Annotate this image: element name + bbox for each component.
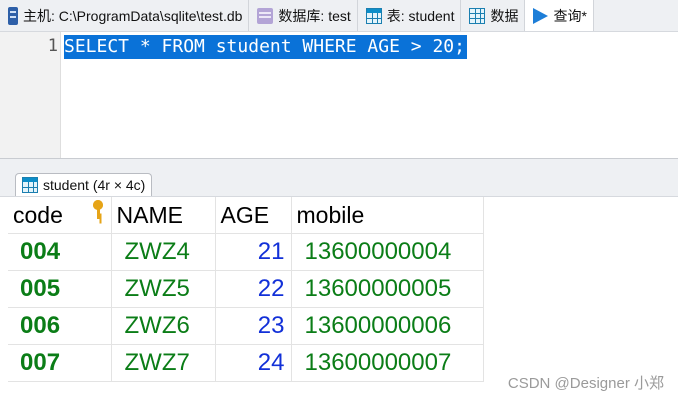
- table-row[interactable]: 005 ZWZ5 22 13600000005: [8, 270, 484, 308]
- sql-query-text[interactable]: SELECT * FROM student WHERE AGE > 20;: [64, 35, 467, 59]
- table-icon: [22, 177, 38, 193]
- tab-query[interactable]: 查询*: [525, 0, 594, 31]
- cell-name[interactable]: ZWZ4: [111, 233, 216, 271]
- column-header-code[interactable]: code: [8, 197, 112, 234]
- play-icon: [533, 7, 549, 24]
- cell-age[interactable]: 24: [215, 344, 292, 382]
- cell-name[interactable]: ZWZ6: [111, 307, 216, 345]
- cell-name[interactable]: ZWZ5: [111, 270, 216, 308]
- result-tab-bar: student (4r × 4c): [0, 159, 678, 197]
- result-tab[interactable]: student (4r × 4c): [15, 173, 153, 196]
- schema-icon: [257, 7, 274, 24]
- column-header-label: AGE: [220, 201, 270, 228]
- line-number-gutter: 1: [0, 32, 61, 158]
- cell-age[interactable]: 23: [215, 307, 292, 345]
- cell-age[interactable]: 21: [215, 233, 292, 271]
- cell-code[interactable]: 005: [8, 270, 112, 308]
- column-header-label: NAME: [116, 201, 183, 228]
- tab-host[interactable]: 主机: C:\ProgramData\sqlite\test.db: [0, 0, 250, 31]
- table-row[interactable]: 004 ZWZ4 21 13600000004: [8, 233, 484, 271]
- primary-key-icon: [92, 200, 103, 220]
- line-number: 1: [47, 36, 58, 56]
- tab-database[interactable]: 数据库: test: [249, 0, 358, 31]
- table-row[interactable]: 007 ZWZ7 24 13600000007: [8, 344, 484, 382]
- tab-table-label: 表: student: [386, 7, 455, 24]
- cell-name[interactable]: ZWZ7: [111, 344, 216, 382]
- column-header-label: mobile: [296, 201, 365, 228]
- tab-data[interactable]: 数据: [461, 0, 526, 31]
- result-grid[interactable]: code NAME AGE mobile 004 ZWZ4 21 1360000…: [8, 197, 484, 382]
- column-header-mobile[interactable]: mobile: [291, 197, 484, 234]
- tab-host-label: 主机: C:\ProgramData\sqlite\test.db: [23, 7, 243, 24]
- tab-bar: 主机: C:\ProgramData\sqlite\test.db 数据库: t…: [0, 0, 678, 32]
- cell-mobile[interactable]: 13600000006: [291, 307, 484, 345]
- tab-query-label: 查询*: [553, 7, 587, 24]
- tab-data-label: 数据: [490, 7, 519, 24]
- cell-mobile[interactable]: 13600000005: [291, 270, 484, 308]
- column-header-name[interactable]: NAME: [111, 197, 216, 234]
- sql-editor[interactable]: 1 SELECT * FROM student WHERE AGE > 20;: [0, 32, 678, 159]
- data-grid-icon: [469, 7, 486, 24]
- tab-database-label: 数据库: test: [278, 7, 351, 24]
- grid-header-row: code NAME AGE mobile: [8, 197, 484, 234]
- database-icon: [8, 6, 18, 25]
- cell-code[interactable]: 006: [8, 307, 112, 345]
- table-icon: [365, 7, 382, 24]
- table-row[interactable]: 006 ZWZ6 23 13600000006: [8, 307, 484, 345]
- column-header-label: code: [13, 201, 63, 228]
- cell-code[interactable]: 004: [8, 233, 112, 271]
- result-tab-label: student (4r × 4c): [43, 177, 146, 193]
- watermark: CSDN @Designer 小郑: [507, 375, 664, 392]
- cell-age[interactable]: 22: [215, 270, 292, 308]
- cell-code[interactable]: 007: [8, 344, 112, 382]
- cell-mobile[interactable]: 13600000004: [291, 233, 484, 271]
- tab-table[interactable]: 表: student: [357, 0, 462, 31]
- column-header-age[interactable]: AGE: [215, 197, 292, 234]
- cell-mobile[interactable]: 13600000007: [291, 344, 484, 382]
